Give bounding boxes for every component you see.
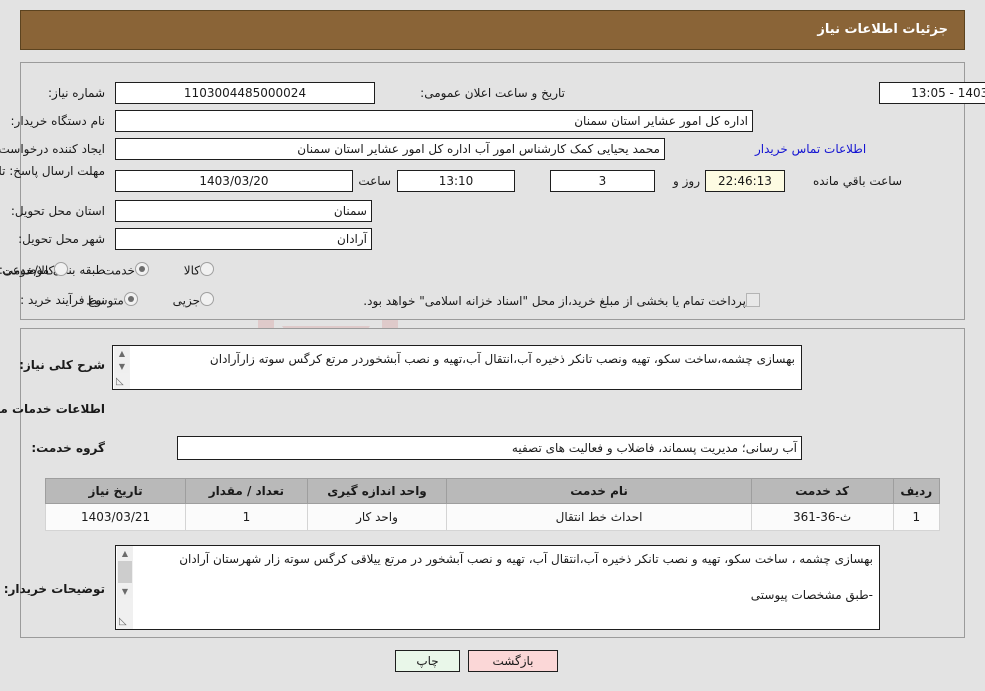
remaining-days-label: روز و: [673, 174, 700, 188]
td-code: ث-36-361: [750, 503, 894, 531]
th-qty: تعداد / مقدار: [185, 478, 308, 504]
category-radio-group[interactable]: کالا خدمت کالا/خدمت: [2, 262, 219, 278]
province-value: سمنان: [115, 200, 372, 222]
services-section-title: اطلاعات خدمات مورد نیاز: [0, 402, 105, 416]
service-group-value: آب رسانی؛ مدیریت پسماند، فاضلاب و فعالیت…: [177, 436, 802, 460]
td-unit: واحد کار: [306, 503, 448, 531]
scrollbar-thumb[interactable]: [118, 561, 132, 583]
td-qty: 1: [185, 503, 308, 531]
need-number-label: شماره نیاز:: [48, 86, 105, 100]
category-radio-kala-khedmat[interactable]: کالا/خدمت: [2, 262, 73, 278]
buyer-notes-scrollbar[interactable]: ▲ ▼ ◺: [116, 546, 133, 629]
service-group-label: گروه خدمت:: [31, 441, 105, 455]
process-radio-motevaset-label: متوسط: [86, 293, 124, 308]
resize-grip-icon[interactable]: ◺: [116, 377, 124, 387]
province-label: استان محل تحویل:: [10, 204, 105, 218]
description-scrollbar[interactable]: ▲ ▼ ◺: [113, 346, 130, 389]
remaining-days-value: 3: [550, 170, 655, 192]
process-radio-group[interactable]: جزیی متوسط: [86, 292, 219, 308]
td-date: 1403/03/21: [44, 503, 187, 531]
resize-grip-icon[interactable]: ◺: [119, 617, 127, 627]
buyer-org-label: نام دستگاه خریدار:: [10, 114, 106, 128]
description-textarea[interactable]: بهسازی چشمه،ساخت سکو، تهیه ونصب تانکر ذخ…: [112, 345, 802, 390]
category-radio-khedmat-label: خدمت: [103, 263, 135, 278]
treasury-note-label: پرداخت تمام یا بخشی از مبلغ خرید،از محل …: [363, 294, 746, 308]
announcement-label: تاریخ و ساعت اعلان عمومی:: [420, 86, 565, 100]
category-radio-kala-label: کالا: [183, 263, 200, 278]
table-header-row: ردیف کد خدمت نام خدمت واحد اندازه گیری ت…: [44, 478, 941, 504]
requester-label: ایجاد کننده درخواست:: [0, 142, 105, 156]
radio-icon[interactable]: [54, 262, 69, 276]
remaining-time-value: 22:46:13: [705, 170, 785, 192]
th-code: کد خدمت: [750, 478, 894, 504]
services-table: ردیف کد خدمت نام خدمت واحد اندازه گیری ت…: [44, 478, 941, 531]
treasury-checkbox[interactable]: [746, 293, 760, 307]
description-text: بهسازی چشمه،ساخت سکو، تهیه ونصب تانکر ذخ…: [209, 352, 795, 366]
back-button[interactable]: بازگشت: [468, 650, 558, 672]
radio-icon[interactable]: [200, 262, 214, 276]
radio-selected-icon[interactable]: [134, 262, 149, 276]
announcement-value: 1403/03/16 - 13:05: [879, 82, 985, 104]
city-label: شهر محل تحویل:: [18, 232, 105, 246]
description-label: شرح کلی نیاز:: [19, 358, 105, 372]
requester-value: محمد یحیایی کمک کارشناس امور آب اداره کل…: [115, 138, 665, 160]
print-button[interactable]: چاپ: [395, 650, 460, 672]
th-name: نام خدمت: [446, 478, 752, 504]
page-header: جزئیات اطلاعات نیاز: [20, 10, 965, 50]
td-name: احداث خط انتقال: [446, 503, 752, 531]
buyer-notes-text: بهسازی چشمه ، ساخت سکو، تهیه و نصب تانکر…: [179, 552, 873, 602]
deadline-label: مهلت ارسال پاسخ: تا تاریخ:: [0, 164, 105, 178]
category-radio-khedmat[interactable]: خدمت: [103, 262, 154, 278]
radio-selected-icon[interactable]: [123, 292, 138, 306]
buyer-notes-label: توضیحات خریدار:: [3, 582, 105, 596]
th-unit: واحد اندازه گیری: [306, 478, 448, 504]
remaining-time-label: ساعت باقي مانده: [812, 174, 902, 188]
table-row: 1 ث-36-361 احداث خط انتقال واحد کار 1 14…: [44, 503, 941, 531]
page-title: جزئیات اطلاعات نیاز: [817, 22, 948, 37]
process-radio-jozii-label: جزیی: [172, 293, 200, 308]
category-radio-kala[interactable]: کالا: [184, 262, 219, 278]
scroll-down-icon[interactable]: ▼: [115, 360, 129, 373]
scroll-up-icon[interactable]: ▲: [118, 547, 132, 560]
deadline-hour-label: ساعت: [358, 174, 391, 188]
process-radio-jozii[interactable]: جزیی: [173, 292, 219, 308]
city-value: آرادان: [115, 228, 372, 250]
need-number-value: 1103004485000024: [115, 82, 375, 104]
buyer-org-value: اداره کل امور عشایر استان سمنان: [115, 110, 753, 132]
deadline-hour-value: 13:10: [397, 170, 515, 192]
process-radio-motevaset[interactable]: متوسط: [86, 292, 143, 308]
buyer-contact-link[interactable]: اطلاعات تماس خریدار: [755, 142, 866, 156]
scroll-down-icon[interactable]: ▼: [118, 585, 132, 598]
deadline-date-value: 1403/03/20: [115, 170, 353, 192]
category-radio-kala-khedmat-label: کالا/خدمت: [2, 263, 55, 278]
td-row: 1: [892, 503, 941, 531]
th-date: تاریخ نیاز: [44, 478, 187, 504]
scroll-up-icon[interactable]: ▲: [115, 347, 129, 360]
th-row: ردیف: [892, 478, 941, 504]
radio-icon[interactable]: [200, 292, 214, 306]
buyer-notes-textarea[interactable]: بهسازی چشمه ، ساخت سکو، تهیه و نصب تانکر…: [115, 545, 880, 630]
treasury-note-row: پرداخت تمام یا بخشی از مبلغ خرید،از محل …: [363, 293, 765, 308]
